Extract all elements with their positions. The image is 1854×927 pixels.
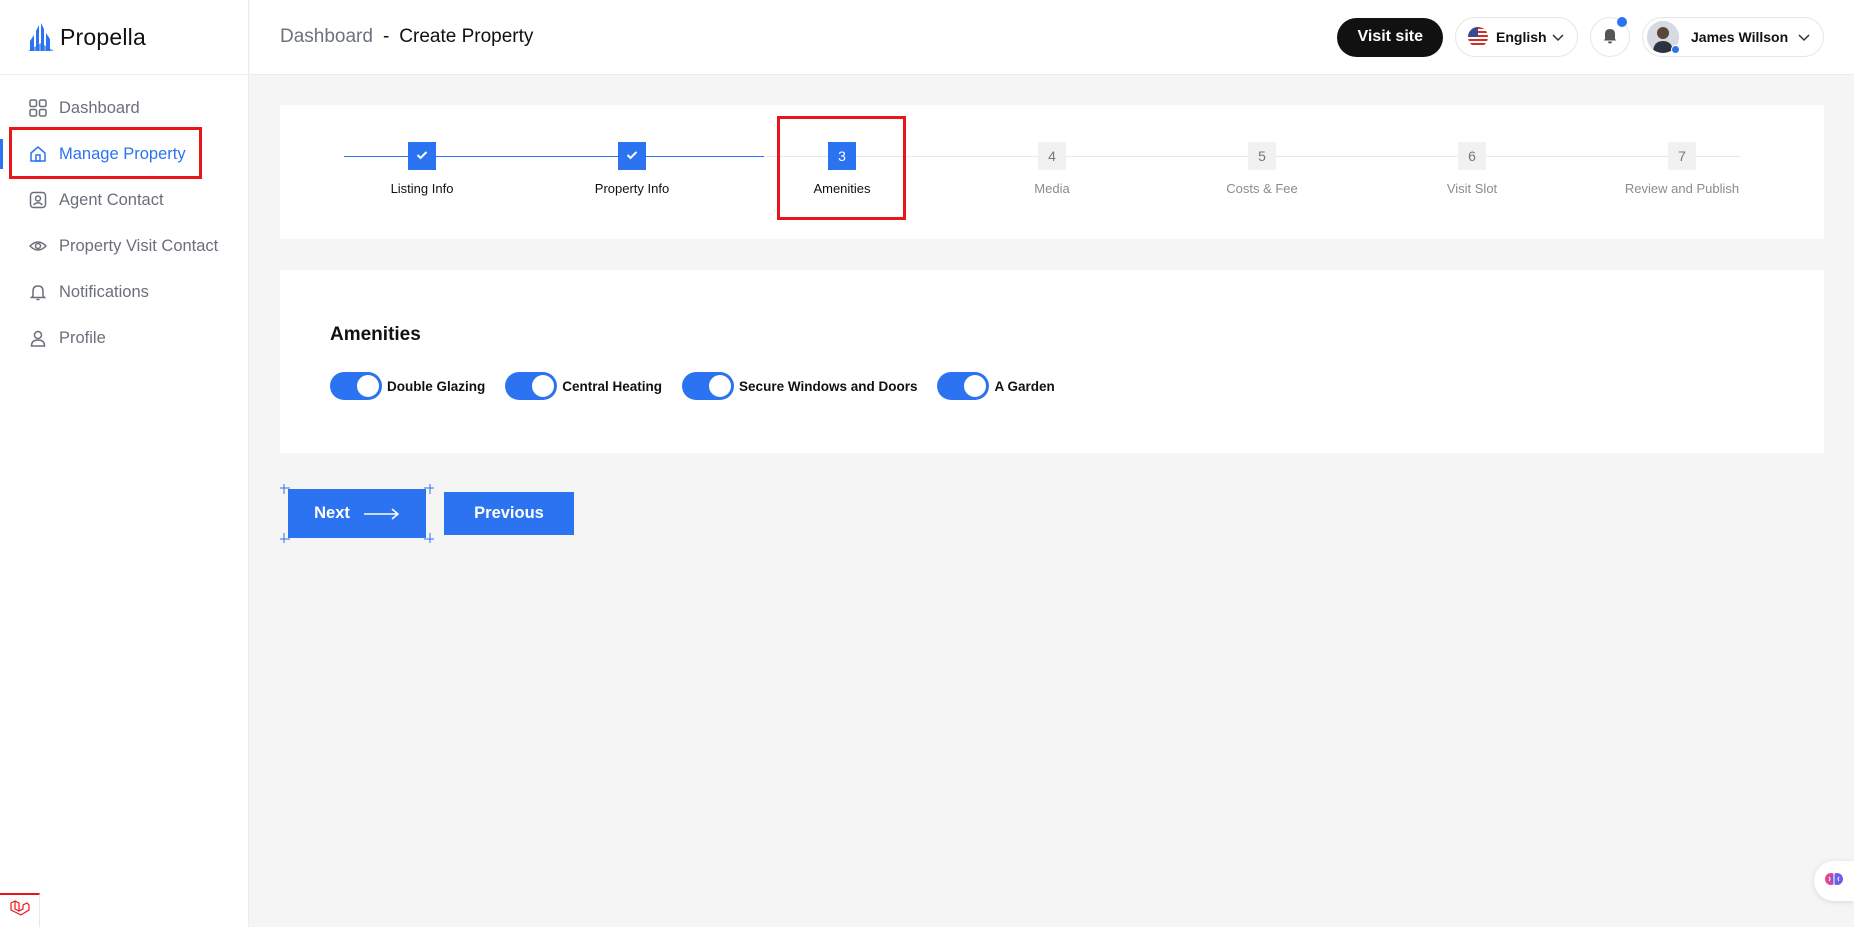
sidebar-item-label: Property Visit Contact (59, 236, 219, 255)
assistant-widget-button[interactable] (1814, 861, 1854, 901)
online-status-dot (1671, 45, 1680, 54)
step-label: Amenities (813, 181, 871, 196)
breadcrumb: Dashboard - Create Property (280, 26, 533, 48)
sidebar-item-profile[interactable]: Profile (0, 315, 248, 361)
toggle-knob (357, 375, 379, 397)
contact-card-icon (28, 190, 48, 210)
step-done-box (618, 142, 646, 170)
avatar (1647, 21, 1680, 54)
toggle-double-glazing[interactable]: Double Glazing (330, 372, 485, 400)
toggle-secure-windows-doors[interactable]: Secure Windows and Doors (682, 372, 917, 400)
sidebar-item-label: Agent Contact (59, 190, 164, 209)
visit-site-button[interactable]: Visit site (1337, 17, 1443, 57)
sidebar-nav: Dashboard Manage Property Agent Contact … (0, 75, 248, 361)
header-actions: Visit site English James Willson (1337, 17, 1824, 57)
toggle-knob (964, 375, 987, 397)
toggle-switch[interactable] (330, 372, 382, 400)
sidebar-item-manage-property[interactable]: Manage Property (0, 131, 248, 177)
chevron-down-icon (1551, 30, 1565, 44)
brand[interactable]: Propella (0, 0, 248, 75)
toggle-label: Double Glazing (387, 378, 486, 394)
step-label: Costs & Fee (1226, 181, 1298, 196)
arrow-right-icon (363, 507, 400, 520)
brand-name: Propella (60, 23, 146, 50)
toggle-switch[interactable] (937, 372, 990, 400)
language-label: English (1496, 29, 1547, 45)
next-button[interactable]: Next (288, 489, 426, 538)
eye-icon (28, 236, 48, 256)
home-icon (28, 144, 48, 164)
check-icon (625, 148, 639, 165)
grid-icon (28, 98, 48, 118)
toggle-switch[interactable] (505, 372, 558, 400)
step-listing-info[interactable]: Listing Info (352, 142, 492, 196)
toggle-knob (709, 375, 732, 397)
step-done-box (408, 142, 436, 170)
page-title: Create Property (399, 26, 534, 47)
step-number: 5 (1248, 142, 1276, 170)
step-media[interactable]: 4 Media (982, 142, 1122, 196)
sidebar-item-label: Profile (59, 328, 106, 347)
toggle-a-garden[interactable]: A Garden (937, 372, 1055, 400)
toggle-switch[interactable] (682, 372, 735, 400)
step-label: Visit Slot (1446, 181, 1498, 196)
toggle-label: A Garden (994, 378, 1055, 394)
amenities-section: Amenities Double Glazing Central Heating… (280, 270, 1824, 453)
breadcrumb-root[interactable]: Dashboard (280, 26, 373, 48)
language-selector[interactable]: English (1455, 17, 1578, 57)
user-menu[interactable]: James Willson (1642, 17, 1824, 57)
step-label: Listing Info (390, 181, 454, 196)
toggle-knob (532, 375, 555, 397)
amenities-toggle-row: Double Glazing Central Heating Secure Wi… (330, 372, 1075, 400)
sidebar-item-label: Dashboard (59, 98, 140, 117)
bell-icon (28, 282, 48, 302)
sidebar-item-agent-contact[interactable]: Agent Contact (0, 177, 248, 223)
step-number: 7 (1668, 142, 1696, 170)
sidebar-item-dashboard[interactable]: Dashboard (0, 85, 248, 131)
sidebar-item-label: Manage Property (59, 144, 186, 163)
step-costs-fee[interactable]: 5 Costs & Fee (1192, 142, 1332, 196)
chevron-down-icon (1797, 30, 1811, 44)
framework-logo-icon (9, 899, 30, 923)
breadcrumb-separator: - (382, 26, 390, 47)
step-label: Property Info (594, 181, 670, 196)
step-visit-slot[interactable]: 6 Visit Slot (1402, 142, 1542, 196)
building-logo-icon (28, 23, 54, 51)
notifications-button[interactable] (1590, 17, 1630, 57)
user-name: James Willson (1691, 29, 1789, 45)
previous-button[interactable]: Previous (444, 492, 574, 535)
toggle-central-heating[interactable]: Central Heating (505, 372, 662, 400)
sidebar-item-property-visit-contact[interactable]: Property Visit Contact (0, 223, 248, 269)
notification-badge (1617, 17, 1627, 27)
sidebar-item-label: Notifications (59, 282, 149, 301)
next-label: Next (314, 504, 350, 522)
progress-stepper: Listing Info Property Info 3 Amenities 4… (280, 105, 1824, 239)
bell-icon (1601, 26, 1619, 49)
us-flag-icon (1468, 27, 1488, 47)
toggle-label: Secure Windows and Doors (739, 378, 918, 394)
step-label: Media (1034, 181, 1070, 196)
sidebar-item-notifications[interactable]: Notifications (0, 269, 248, 315)
step-amenities[interactable]: 3 Amenities (772, 142, 912, 196)
step-review-publish[interactable]: 7 Review and Publish (1612, 142, 1752, 196)
step-property-info[interactable]: Property Info (562, 142, 702, 196)
debug-toolbar-button[interactable] (0, 893, 40, 927)
check-icon (415, 148, 429, 165)
step-label: Review and Publish (1624, 181, 1740, 196)
amenities-title: Amenities (330, 324, 421, 345)
user-icon (28, 328, 48, 348)
step-number: 6 (1458, 142, 1486, 170)
top-header: Dashboard - Create Property Visit site E… (250, 0, 1854, 75)
sidebar: Propella Dashboard Manage Property Agent… (0, 0, 249, 927)
brain-icon (1824, 869, 1844, 894)
step-number: 3 (828, 142, 856, 170)
step-number: 4 (1038, 142, 1066, 170)
toggle-label: Central Heating (562, 378, 663, 394)
